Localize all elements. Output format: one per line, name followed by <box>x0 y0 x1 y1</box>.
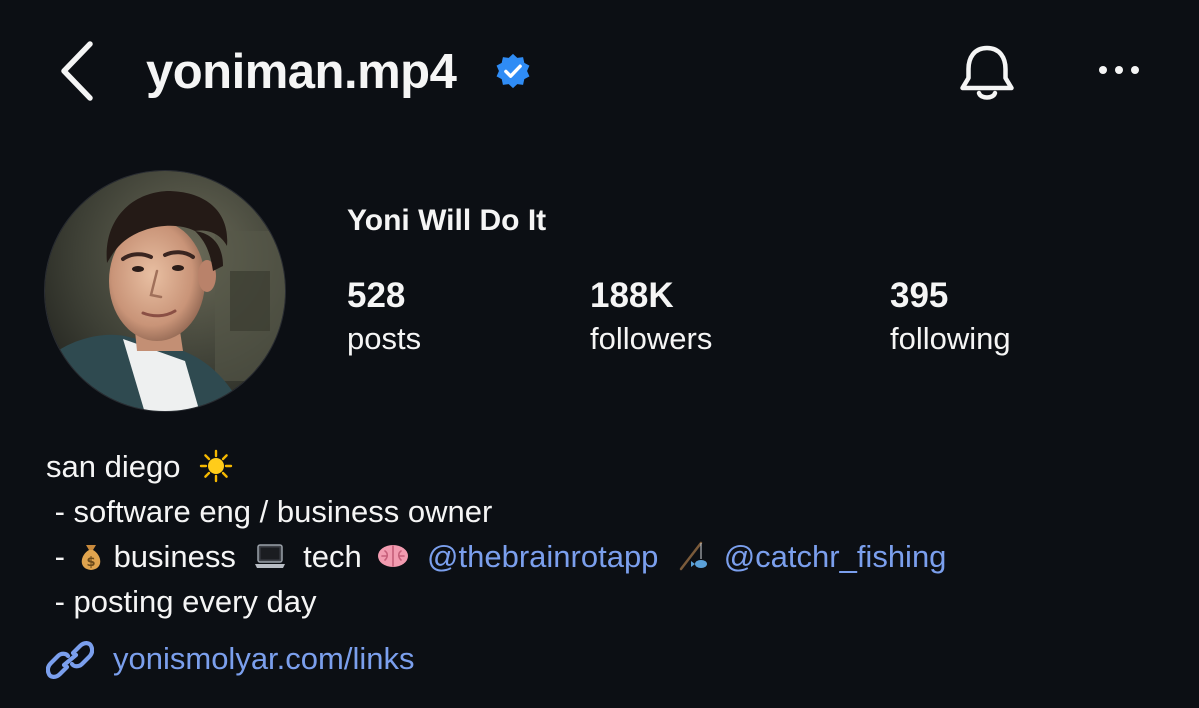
mention-catchr-fishing[interactable]: @catchr_fishing <box>724 539 947 574</box>
stat-following-count: 395 <box>890 276 949 315</box>
stat-posts-count: 528 <box>347 276 406 315</box>
profile-link-text[interactable]: yonismolyar.com/links <box>113 636 414 682</box>
stat-followers-label: followers <box>590 321 713 356</box>
profile-avatar[interactable] <box>44 170 286 412</box>
stat-posts[interactable]: 528 posts <box>347 276 421 359</box>
profile-bio: san diego - software eng / business owne… <box>46 444 946 624</box>
svg-text:$: $ <box>86 555 95 570</box>
bio-business: business <box>113 539 236 574</box>
stat-followers[interactable]: 188K followers <box>590 276 712 359</box>
fishing-pole-emoji-icon <box>679 541 708 571</box>
link-icon <box>46 641 94 679</box>
mention-thebrainrotapp[interactable]: @thebrainrotapp <box>427 539 658 574</box>
verified-badge-icon <box>496 53 530 89</box>
bio-line-2: - software eng / business owner <box>46 494 493 529</box>
bell-icon <box>960 45 1014 100</box>
stat-following-label: following <box>890 321 1011 356</box>
back-button[interactable] <box>52 36 108 106</box>
brain-emoji-icon <box>378 545 409 567</box>
more-options-button[interactable] <box>1092 52 1150 88</box>
bio-line-3-prefix: - <box>46 539 74 574</box>
chevron-left-icon <box>61 41 93 101</box>
notifications-button[interactable] <box>950 36 1024 110</box>
laptop-emoji-icon <box>254 544 285 568</box>
avatar-photo <box>45 171 285 411</box>
stat-posts-label: posts <box>347 321 422 356</box>
stat-followers-count: 188K <box>590 276 674 315</box>
profile-display-name: Yoni Will Do It <box>347 204 547 237</box>
more-horizontal-icon <box>1099 66 1139 74</box>
stat-following[interactable]: 395 following <box>890 276 1011 359</box>
sun-emoji-icon <box>199 449 233 483</box>
profile-username: yoniman.mp4 <box>146 45 457 99</box>
bio-line-3: - $ business tech @thebrainrotapp @catch… <box>46 534 947 579</box>
bio-tech: tech <box>303 539 362 574</box>
bio-location: san diego <box>46 449 181 484</box>
top-bar: yoniman.mp4 <box>0 0 1199 140</box>
bio-line-4: - posting every day <box>46 584 317 619</box>
money-bag-emoji-icon: $ <box>81 545 100 570</box>
bio-line-1: san diego <box>46 444 946 489</box>
